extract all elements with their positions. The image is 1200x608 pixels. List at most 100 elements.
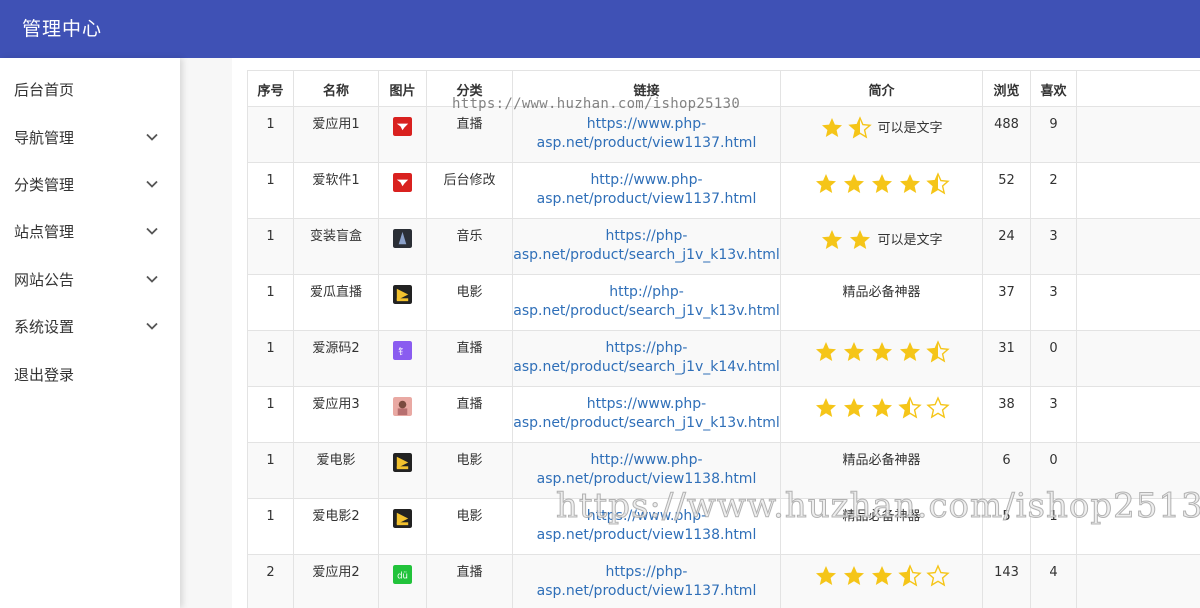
cell-link[interactable]: https://php-asp.net/product/view1137.htm… — [512, 554, 781, 608]
cell-views: 143 — [982, 554, 1031, 608]
link-text-line[interactable]: http://php- — [513, 283, 780, 302]
sidebar-item-label: 站点管理 — [14, 223, 75, 241]
sidebar-item-label: 导航管理 — [14, 129, 75, 147]
column-header: 操作 — [1076, 70, 1200, 107]
table-row: 1 变装盲盒 音乐 https://php-asp.net/product/searc… — [247, 218, 1200, 275]
sidebar-item-2[interactable]: 分类管理 — [0, 164, 180, 204]
star-empty-icon — [925, 564, 950, 587]
sidebar-item-label: 分类管理 — [14, 176, 75, 194]
star-full-icon — [843, 174, 864, 193]
cell-seq: 2 — [247, 554, 294, 608]
cell-name: 爱应用1 — [293, 106, 379, 163]
link-text-line[interactable]: asp.net/product/search_j1v_k13v.html — [513, 414, 780, 433]
dark-photo-icon — [393, 229, 412, 248]
link-text-line[interactable]: asp.net/product/search_j1v_k14v.html — [513, 358, 780, 377]
red-app-icon — [393, 117, 412, 136]
sidebar-item-1[interactable]: 导航管理 — [0, 117, 180, 157]
cell-actions: 修改删除 — [1076, 218, 1200, 275]
cell-seq: 1 — [247, 386, 294, 443]
star-full-icon — [822, 118, 843, 137]
cell-image — [378, 386, 427, 443]
star-half-icon — [848, 116, 873, 139]
cell-actions: 修改删除 — [1076, 106, 1200, 163]
description-text: 精品必备神器 — [842, 453, 921, 468]
cell-category: 电影 — [426, 442, 513, 499]
cell-seq: 1 — [247, 274, 294, 331]
cell-link[interactable]: http://php-asp.net/product/search_j1v_k1… — [512, 274, 781, 331]
cell-description — [780, 162, 983, 219]
table-row: 1 爱应用1 直播 https://www.php-asp.net/product/v… — [247, 106, 1200, 163]
column-header: 喜欢 — [1030, 70, 1077, 107]
link-text-line[interactable]: asp.net/product/view1137.html — [513, 190, 780, 209]
purple-app-icon: 钅 — [393, 341, 412, 360]
cell-category: 直播 — [426, 330, 513, 387]
column-header: 简介 — [780, 70, 983, 107]
sidebar-item-3[interactable]: 站点管理 — [0, 211, 180, 251]
star-full-icon — [815, 342, 836, 361]
link-text-line[interactable]: https://www.php- — [513, 115, 780, 134]
link-text-line[interactable]: asp.net/product/view1137.html — [513, 582, 780, 601]
star-rating — [814, 172, 950, 196]
description-text: 可以是文字 — [877, 120, 943, 136]
link-text-line[interactable]: https://php- — [513, 339, 780, 358]
chevron-down-icon[interactable] — [144, 129, 160, 145]
portrait-icon — [393, 397, 412, 416]
svg-text:dü: dü — [397, 571, 408, 581]
cell-link[interactable]: https://www.php-asp.net/product/search_j… — [512, 386, 781, 443]
star-rating: 可以是文字 — [820, 116, 943, 140]
sidebar: 后台首页导航管理分类管理站点管理网站公告系统设置退出登录 — [0, 58, 180, 608]
cell-image: 钅 — [378, 330, 427, 387]
sidebar-item-4[interactable]: 网站公告 — [0, 259, 180, 299]
yellow-play-icon — [393, 453, 412, 472]
cell-link[interactable]: https://php-asp.net/product/search_j1v_k… — [512, 218, 781, 275]
cell-views: 31 — [982, 330, 1031, 387]
cell-views: 38 — [982, 386, 1031, 443]
cell-name: 爱电影 — [293, 442, 379, 499]
sidebar-item-0[interactable]: 后台首页 — [0, 69, 180, 109]
chevron-down-icon[interactable] — [144, 223, 160, 239]
link-text-line[interactable]: asp.net/product/search_j1v_k13v.html — [513, 246, 780, 265]
star-full-icon — [843, 342, 864, 361]
link-text-line[interactable]: https://php- — [513, 227, 780, 246]
cell-link[interactable]: https://php-asp.net/product/search_j1v_k… — [512, 330, 781, 387]
yellow-play-icon — [393, 509, 412, 528]
column-header: 名称 — [293, 70, 379, 107]
cell-image — [378, 274, 427, 331]
cell-category: 直播 — [426, 106, 513, 163]
link-text-line[interactable]: http://www.php- — [513, 171, 780, 190]
link-text-line[interactable]: https://php- — [513, 563, 780, 582]
star-full-icon — [871, 342, 892, 361]
chevron-down-icon[interactable] — [144, 271, 160, 287]
link-text-line[interactable]: asp.net/product/search_j1v_k13v.html — [513, 302, 780, 321]
cell-actions: 修改删除 — [1076, 554, 1200, 608]
star-full-icon — [871, 398, 892, 417]
app-title: 管理中心 — [22, 18, 103, 40]
table-row: 1 爱瓜直播 电影 http://php-asp.net/product/search… — [247, 274, 1200, 331]
sidebar-item-label: 系统设置 — [14, 318, 75, 336]
cell-actions: 修改删除 — [1076, 274, 1200, 331]
sidebar-item-6[interactable]: 退出登录 — [0, 354, 180, 394]
cell-link[interactable]: http://www.php-asp.net/product/view1137.… — [512, 162, 781, 219]
link-text-line[interactable]: http://www.php- — [513, 451, 780, 470]
cell-seq: 1 — [247, 498, 294, 555]
column-header: 图片 — [378, 70, 427, 107]
yellow-play-icon — [393, 285, 412, 304]
chevron-down-icon[interactable] — [144, 176, 160, 192]
cell-name: 爱应用3 — [293, 386, 379, 443]
watermark-small: https://www.huzhan.com/ishop25130 — [452, 96, 741, 112]
cell-image — [378, 498, 427, 555]
cell-category: 后台修改 — [426, 162, 513, 219]
link-text-line[interactable]: asp.net/product/view1137.html — [513, 134, 780, 153]
table-body: 1 爱应用1 直播 https://www.php-asp.net/product/v… — [247, 106, 1200, 608]
link-text-line[interactable]: asp.net/product/view1138.html — [513, 526, 780, 545]
chevron-down-icon[interactable] — [144, 318, 160, 334]
sidebar-item-5[interactable]: 系统设置 — [0, 306, 180, 346]
cell-likes: 3 — [1030, 274, 1077, 331]
cell-link[interactable]: https://www.php-asp.net/product/view1137… — [512, 106, 781, 163]
cell-seq: 1 — [247, 330, 294, 387]
cell-likes: 0 — [1030, 330, 1077, 387]
description-text: 精品必备神器 — [842, 285, 921, 300]
cell-seq: 1 — [247, 442, 294, 499]
link-text-line[interactable]: https://www.php- — [513, 395, 780, 414]
cell-likes: 2 — [1030, 162, 1077, 219]
